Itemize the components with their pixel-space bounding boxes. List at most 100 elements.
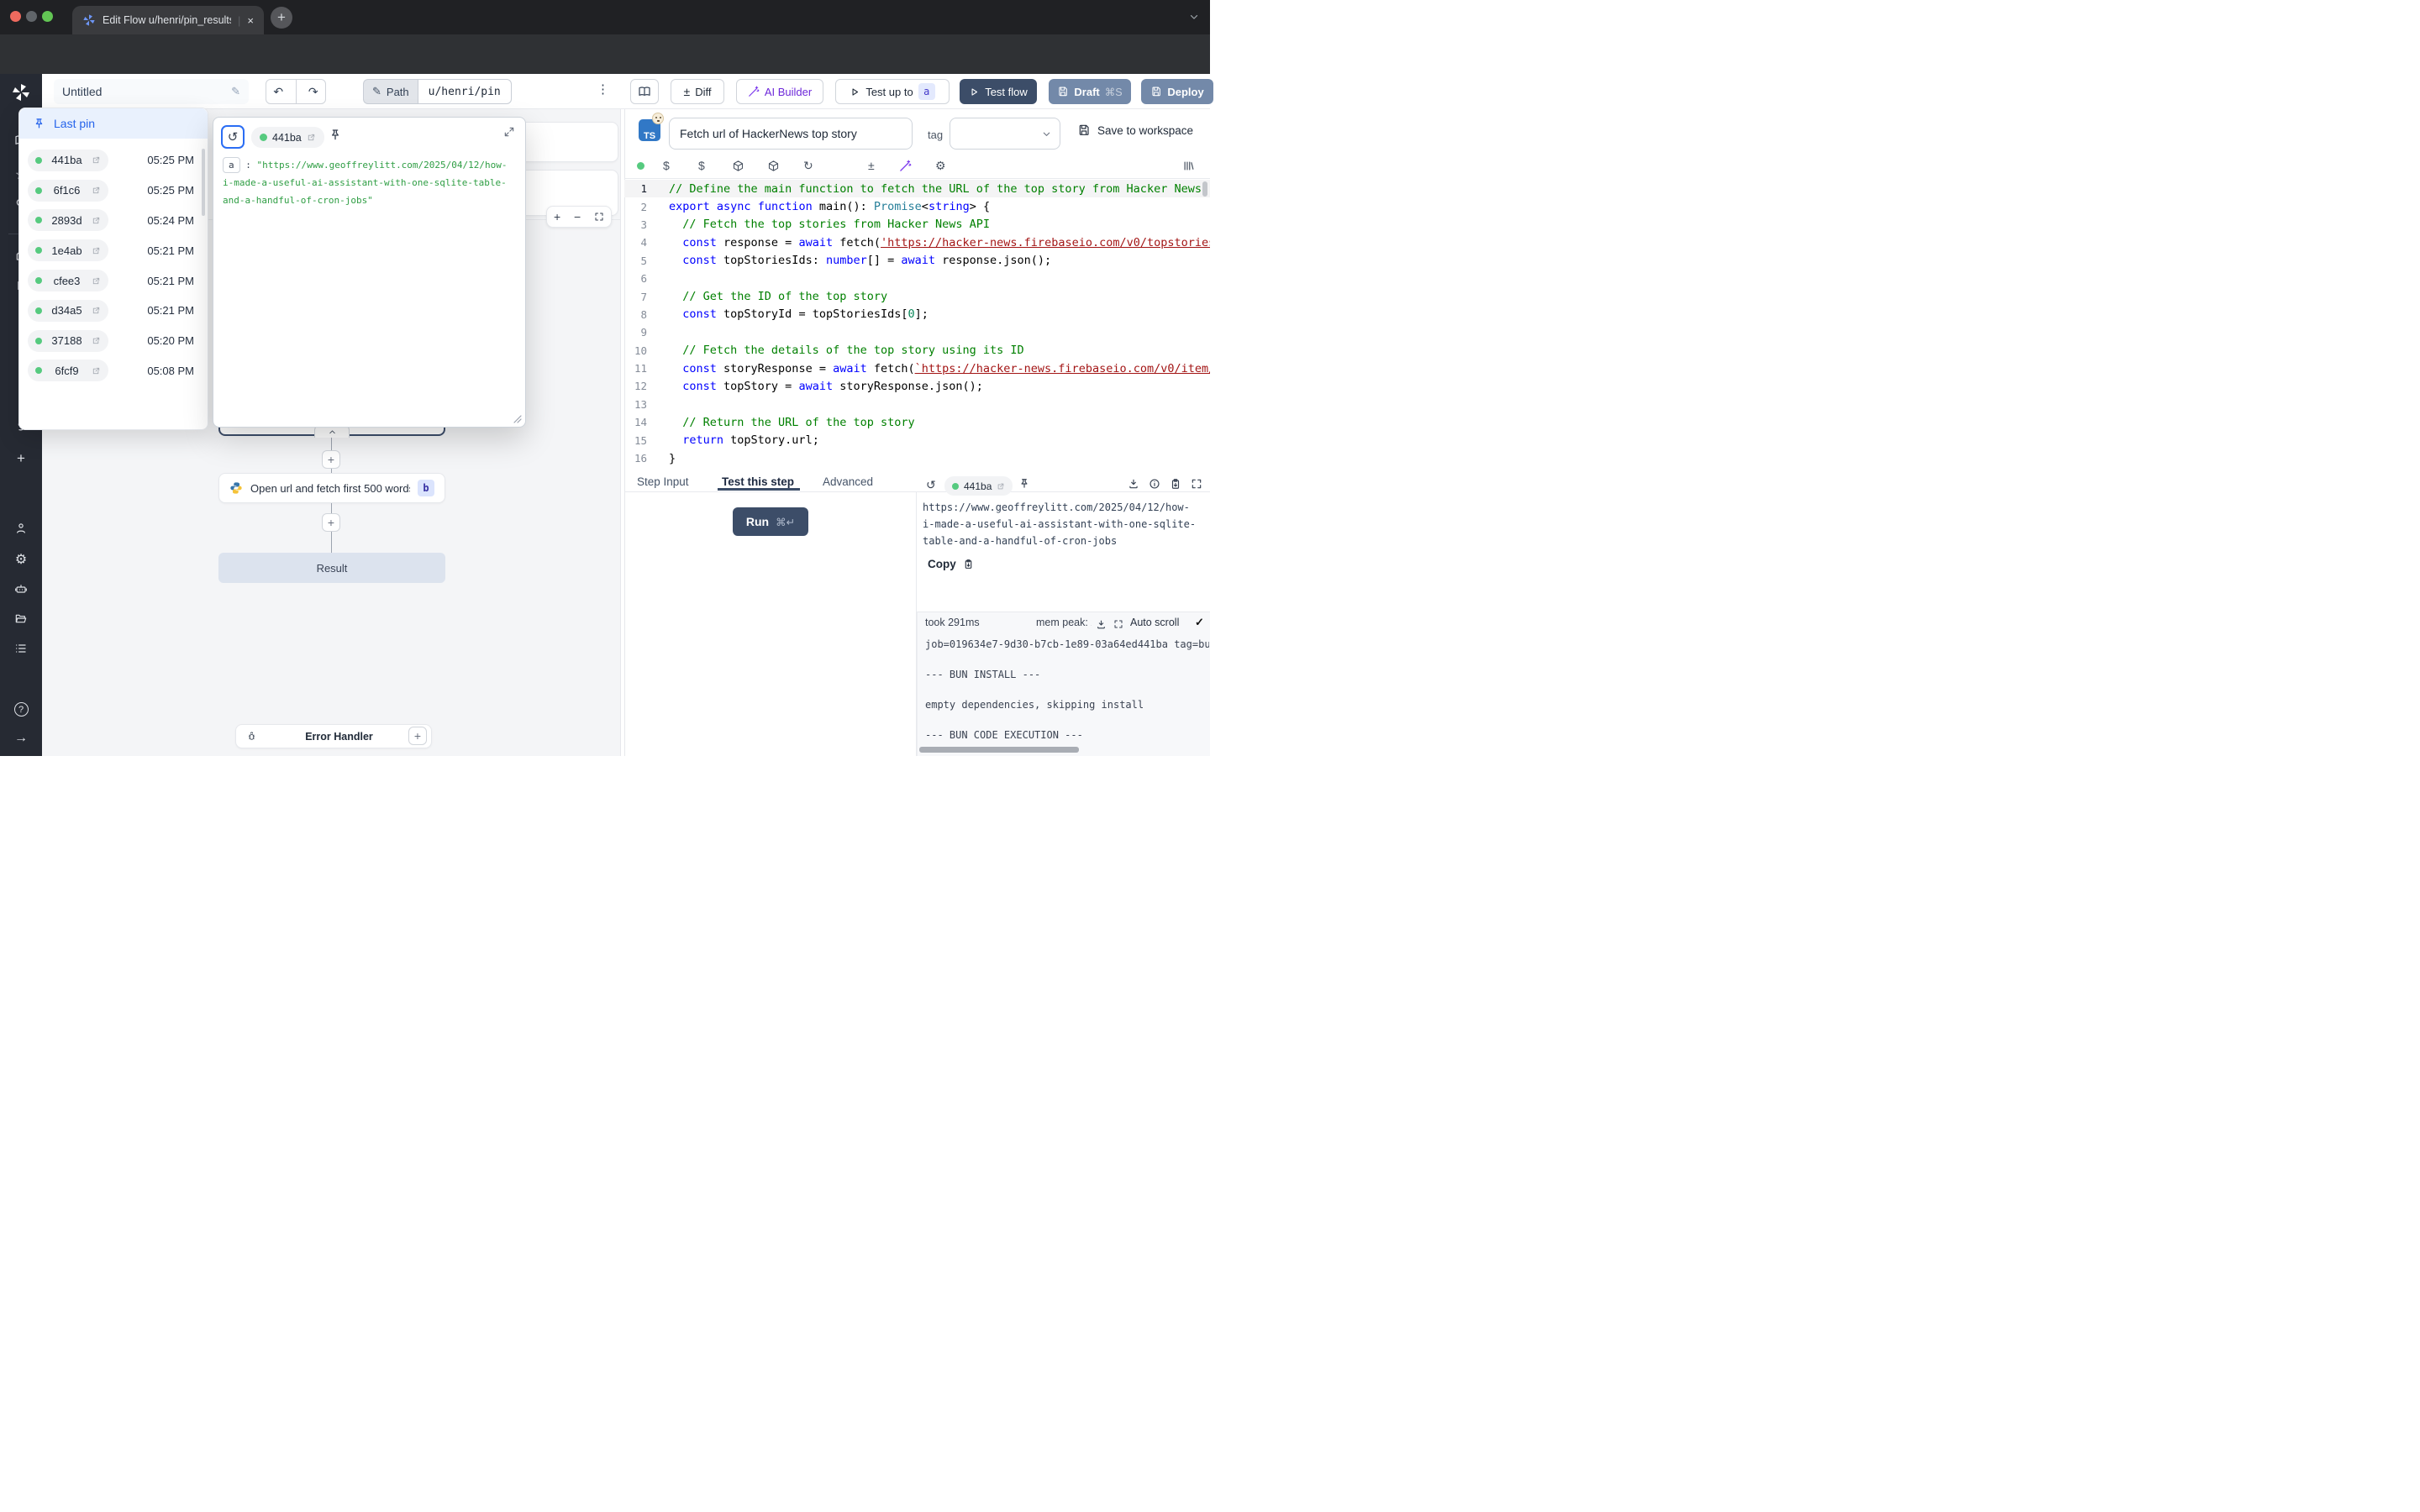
save-to-workspace-button[interactable]: Save to workspace — [1077, 123, 1193, 137]
tab-test-this-step[interactable]: Test this step — [722, 475, 794, 488]
tag-select[interactable] — [950, 118, 1060, 150]
pin-row[interactable]: 441ba05:25 PM — [19, 145, 208, 176]
code-line[interactable]: 12 const topStory = await storyResponse.… — [624, 377, 1210, 395]
sidebar-item-settings[interactable]: ⚙ — [0, 551, 42, 568]
code-line[interactable]: 1// Define the main function to fetch th… — [624, 180, 1210, 197]
insert-step-button[interactable]: + — [322, 450, 340, 469]
ai-assistant-wand-icon[interactable] — [899, 160, 912, 172]
sidebar-item-users[interactable] — [0, 522, 42, 535]
pin-badge[interactable]: 6fcf9 — [28, 360, 108, 381]
code-line[interactable]: 13 — [624, 396, 1210, 413]
code-line[interactable]: 14 // Return the URL of the top story — [624, 413, 1210, 431]
pin-badge[interactable]: d34a5 — [28, 300, 108, 322]
run-button[interactable]: Run ⌘↵ — [733, 507, 808, 536]
sidebar-item-folders[interactable] — [0, 612, 42, 625]
reload-code-icon[interactable]: ↻ — [803, 159, 813, 173]
pin-badge[interactable]: 1e4ab — [28, 239, 108, 261]
info-icon[interactable] — [1149, 478, 1160, 490]
deploy-button[interactable]: Deploy — [1141, 79, 1213, 104]
code-line[interactable]: 4 const response = await fetch('https://… — [624, 234, 1210, 251]
pin-row[interactable]: 3718805:20 PM — [19, 326, 208, 356]
result-node[interactable]: Result — [218, 553, 445, 583]
windmill-logo-icon[interactable] — [11, 82, 31, 102]
sidebar-expand-icon[interactable]: → — [0, 731, 42, 746]
package-icon[interactable] — [767, 160, 780, 172]
path-chip[interactable]: ✎ Path u/henri/pin — [363, 79, 512, 104]
fit-view-icon[interactable] — [594, 212, 604, 222]
pin-badge[interactable]: 37188 — [28, 330, 108, 352]
history-button[interactable]: ↺ — [221, 125, 245, 149]
editor-settings-gear-icon[interactable]: ⚙ — [935, 159, 946, 173]
expand-popup-icon[interactable] — [503, 126, 515, 138]
pin-badge[interactable]: cfee3 — [28, 270, 108, 291]
step-title-input[interactable]: Fetch url of HackerNews top story — [669, 118, 913, 150]
pin-row[interactable]: 6f1c605:25 PM — [19, 176, 208, 206]
code-line[interactable]: 8 const topStoryId = topStoriesIds[0]; — [624, 306, 1210, 323]
mac-zoom-button[interactable] — [42, 11, 53, 22]
docs-button[interactable] — [630, 79, 659, 104]
browser-tab[interactable]: Edit Flow u/henri/pin_results | × — [72, 6, 264, 34]
tab-step-input[interactable]: Step Input — [637, 475, 689, 488]
pin-row[interactable]: d34a505:21 PM — [19, 296, 208, 326]
sidebar-item-resources[interactable] — [0, 642, 42, 655]
history-icon[interactable]: ↺ — [926, 478, 936, 492]
copy-json-icon[interactable] — [1170, 478, 1181, 490]
sidebar-item-workers[interactable] — [0, 582, 42, 596]
result-job-badge[interactable]: 441ba — [944, 476, 1013, 496]
code-line[interactable]: 2export async function main(): Promise<s… — [624, 197, 1210, 215]
library-columns-icon[interactable] — [1182, 160, 1195, 172]
check-icon[interactable]: ✓ — [1195, 616, 1204, 629]
undo-button[interactable]: ↶ — [266, 85, 291, 99]
resources-icon[interactable]: $ — [698, 159, 705, 172]
pin-badge[interactable]: 2893d — [28, 209, 108, 231]
code-editor[interactable]: 1// Define the main function to fetch th… — [624, 180, 1210, 475]
open-external-icon[interactable] — [997, 482, 1005, 491]
expand-logs-icon[interactable] — [1113, 619, 1123, 629]
pin-row[interactable]: cfee305:21 PM — [19, 265, 208, 296]
insert-step-button[interactable]: + — [322, 513, 340, 532]
diff-icon[interactable]: ± — [868, 159, 875, 172]
mac-minimize-button[interactable] — [26, 11, 37, 22]
zoom-in-button[interactable]: + — [554, 210, 560, 223]
code-line[interactable]: 9 — [624, 323, 1210, 341]
pin-badge[interactable]: 6f1c6 — [28, 180, 108, 202]
test-up-to-button[interactable]: Test up to a — [835, 79, 950, 104]
error-handler-add-button[interactable]: + — [408, 727, 427, 745]
package-icon[interactable] — [732, 160, 744, 172]
code-line[interactable]: 3 // Fetch the top stories from Hacker N… — [624, 216, 1210, 234]
tab-advanced[interactable]: Advanced — [823, 475, 873, 488]
flow-name-input[interactable]: Untitled ✎ — [54, 79, 249, 104]
edit-name-pencil-icon[interactable]: ✎ — [231, 85, 240, 98]
diff-button[interactable]: ± Diff — [671, 79, 724, 104]
fullscreen-icon[interactable] — [1191, 478, 1202, 490]
flow-more-menu-icon[interactable]: ⋮ — [597, 81, 609, 97]
log-h-scrollbar[interactable] — [919, 747, 1079, 753]
code-line[interactable]: 16} — [624, 449, 1210, 467]
pin-row[interactable]: 1e4ab05:21 PM — [19, 235, 208, 265]
tab-search-chevron-icon[interactable] — [1188, 11, 1200, 23]
panel-scrollbar[interactable] — [202, 149, 205, 216]
download-result-icon[interactable] — [1128, 478, 1139, 490]
popup-job-badge[interactable]: 441ba — [251, 127, 324, 148]
sidebar-item-add[interactable]: + — [0, 450, 42, 467]
code-line[interactable]: 15 return topStory.url; — [624, 431, 1210, 449]
pin-icon[interactable] — [1018, 478, 1030, 490]
code-line[interactable]: 5 const topStoriesIds: number[] = await … — [624, 252, 1210, 270]
code-line[interactable]: 6 — [624, 270, 1210, 287]
open-external-icon[interactable] — [307, 133, 316, 142]
auto-scroll-label[interactable]: Auto scroll — [1130, 617, 1179, 628]
pin-row[interactable]: 2893d05:24 PM — [19, 206, 208, 236]
zoom-out-button[interactable]: − — [574, 210, 581, 223]
code-line[interactable]: 10 // Fetch the details of the top story… — [624, 342, 1210, 360]
resize-handle-icon[interactable] — [512, 413, 522, 423]
code-line[interactable]: 11 const storyResponse = await fetch(`ht… — [624, 360, 1210, 377]
step-node-b[interactable]: Open url and fetch first 500 words of ..… — [218, 473, 445, 503]
new-tab-button[interactable]: + — [271, 7, 292, 29]
mac-close-button[interactable] — [10, 11, 21, 22]
pin-icon[interactable] — [329, 129, 342, 142]
test-flow-button[interactable]: Test flow — [960, 79, 1037, 104]
error-handler-node[interactable]: Error Handler — [235, 724, 432, 748]
pin-badge[interactable]: 441ba — [28, 150, 108, 171]
pin-row[interactable]: 6fcf905:08 PM — [19, 356, 208, 386]
code-line[interactable]: 7 // Get the ID of the top story — [624, 287, 1210, 305]
